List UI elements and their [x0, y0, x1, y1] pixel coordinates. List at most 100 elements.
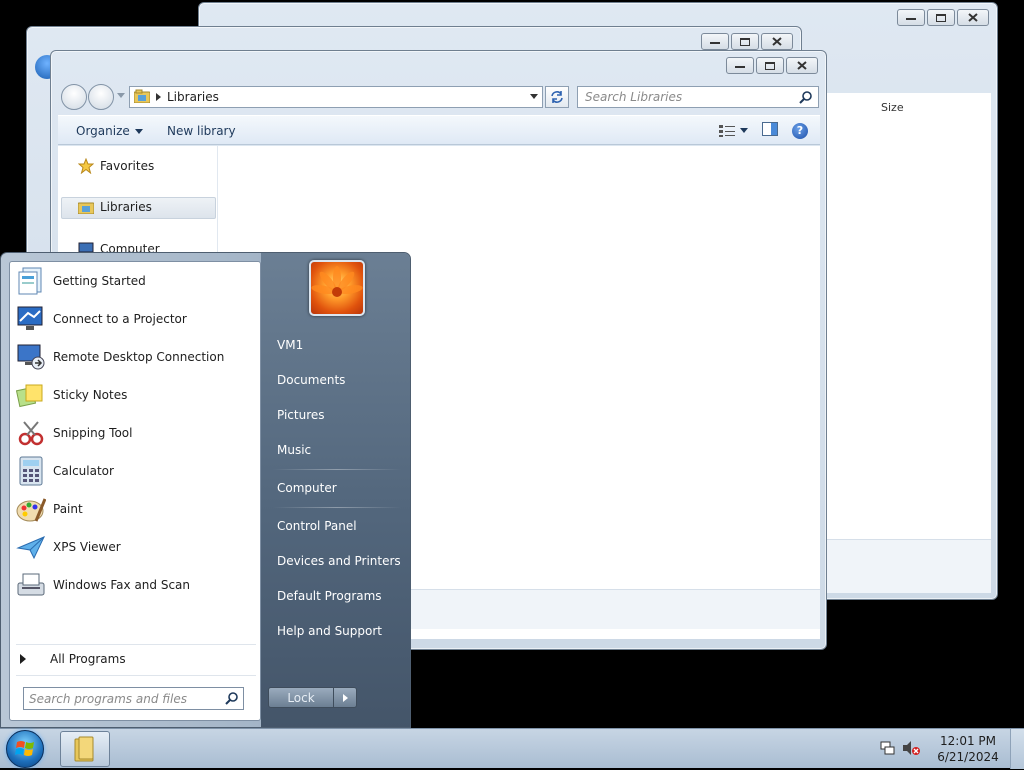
program-item[interactable]: Snipping Tool — [14, 415, 258, 451]
minimize-button[interactable] — [897, 9, 925, 26]
program-label: Sticky Notes — [53, 388, 128, 402]
divider — [273, 507, 401, 508]
nav-item-favorites[interactable]: Favorites — [78, 158, 154, 174]
maximize-button[interactable] — [756, 57, 784, 74]
search-placeholder: Search Libraries — [585, 90, 683, 104]
program-label: Windows Fax and Scan — [53, 578, 191, 592]
divider — [273, 469, 401, 470]
program-item[interactable]: Sticky Notes — [14, 377, 258, 413]
nav-item-libraries[interactable]: Libraries — [78, 200, 152, 214]
chevron-down-icon — [134, 129, 143, 134]
default-programs-link[interactable]: Default Programs — [277, 589, 382, 603]
search-libraries-input[interactable]: Search Libraries — [577, 86, 819, 108]
search-placeholder: Search programs and files — [29, 691, 187, 706]
search-icon[interactable] — [799, 90, 813, 107]
program-item[interactable]: XPS Viewer — [14, 529, 258, 565]
change-view-button[interactable] — [719, 124, 748, 137]
projector-icon — [14, 302, 48, 336]
start-button[interactable] — [6, 730, 44, 768]
pictures-link[interactable]: Pictures — [277, 408, 325, 422]
user-folder-link[interactable]: VM1 — [277, 338, 303, 352]
view-list-icon — [719, 124, 735, 137]
refresh-button[interactable] — [545, 86, 569, 108]
divider — [16, 644, 256, 645]
taskbar-explorer-button[interactable] — [60, 731, 110, 767]
time-text: 12:01 PM — [940, 734, 996, 748]
calculator-icon — [14, 454, 48, 488]
devices-printers-link[interactable]: Devices and Printers — [277, 554, 401, 568]
control-panel-link[interactable]: Control Panel — [277, 519, 357, 533]
minimize-button[interactable] — [726, 57, 754, 74]
program-item[interactable]: Remote Desktop Connection — [14, 339, 258, 375]
divider — [16, 675, 256, 676]
navigation-bar: Libraries Search Libraries — [51, 81, 826, 113]
breadcrumb-arrow-icon[interactable] — [156, 93, 161, 101]
all-programs-button[interactable]: All Programs — [20, 652, 126, 666]
address-text[interactable]: Libraries — [167, 90, 219, 104]
favorites-star-icon — [78, 158, 94, 174]
close-button[interactable] — [786, 57, 818, 74]
clock[interactable]: 12:01 PM 6/21/2024 — [926, 733, 1010, 765]
network-icon[interactable] — [880, 740, 896, 759]
organize-button[interactable]: Organize — [76, 124, 143, 138]
arrow-right-icon — [342, 693, 348, 702]
taskbar: 12:01 PM 6/21/2024 — [0, 728, 1024, 769]
organize-label: Organize — [76, 124, 130, 138]
search-icon[interactable] — [225, 691, 239, 708]
maximize-button[interactable] — [927, 9, 955, 26]
arrow-right-icon — [20, 654, 26, 664]
recent-pages-dropdown[interactable] — [117, 93, 125, 98]
all-programs-label: All Programs — [50, 652, 126, 666]
program-item[interactable]: Getting Started — [14, 263, 258, 299]
xps-viewer-icon — [14, 530, 48, 564]
program-item[interactable]: Calculator — [14, 453, 258, 489]
close-button[interactable] — [761, 33, 793, 50]
chevron-down-icon — [740, 128, 748, 133]
refresh-icon — [551, 91, 563, 103]
search-programs-input[interactable]: Search programs and files — [23, 687, 244, 710]
documents-link[interactable]: Documents — [277, 373, 345, 387]
column-header-size[interactable]: Size — [881, 101, 904, 114]
preview-pane-button[interactable] — [762, 122, 778, 139]
lock-button[interactable]: Lock — [268, 687, 334, 708]
power-options-button[interactable] — [334, 687, 357, 708]
help-support-link[interactable]: Help and Support — [277, 624, 382, 638]
system-tray: 12:01 PM 6/21/2024 — [880, 729, 1024, 769]
start-menu-programs-panel: Getting Started Connect to a Projector Rem… — [9, 261, 261, 721]
fax-scan-icon — [14, 568, 48, 602]
minimize-button[interactable] — [701, 33, 729, 50]
close-button[interactable] — [957, 9, 989, 26]
getting-started-icon — [14, 264, 48, 298]
nav-item-label: Libraries — [100, 200, 152, 214]
program-label: Paint — [53, 502, 83, 516]
preview-pane-icon — [762, 122, 778, 136]
back-button[interactable] — [61, 84, 87, 110]
user-avatar[interactable] — [309, 260, 365, 316]
computer-link[interactable]: Computer — [277, 481, 337, 495]
show-desktop-button[interactable] — [1010, 729, 1024, 769]
program-label: Connect to a Projector — [53, 312, 187, 326]
program-label: Remote Desktop Connection — [53, 350, 225, 364]
program-label: XPS Viewer — [53, 540, 121, 554]
flower-picture-icon — [311, 266, 363, 297]
view-controls: ? — [719, 122, 808, 139]
program-item[interactable]: Windows Fax and Scan — [14, 567, 258, 603]
program-item[interactable]: Paint — [14, 491, 258, 527]
start-menu-right-panel: VM1 Documents Pictures Music Computer Co… — [261, 253, 410, 727]
new-library-button[interactable]: New library — [167, 124, 236, 138]
address-dropdown-icon[interactable] — [530, 94, 538, 99]
nav-item-label: Favorites — [100, 159, 155, 173]
maximize-button[interactable] — [731, 33, 759, 50]
program-item[interactable]: Connect to a Projector — [14, 301, 258, 337]
help-icon[interactable]: ? — [792, 122, 808, 139]
window-controls — [726, 57, 818, 74]
volume-muted-icon[interactable] — [902, 740, 920, 759]
paint-icon — [14, 492, 48, 526]
address-bar[interactable]: Libraries — [129, 86, 543, 108]
start-menu: Getting Started Connect to a Projector Rem… — [0, 252, 411, 728]
program-label: Snipping Tool — [53, 426, 133, 440]
music-link[interactable]: Music — [277, 443, 311, 457]
libraries-folder-icon — [133, 89, 151, 106]
forward-button[interactable] — [88, 84, 114, 110]
windows-logo-icon — [15, 741, 34, 756]
